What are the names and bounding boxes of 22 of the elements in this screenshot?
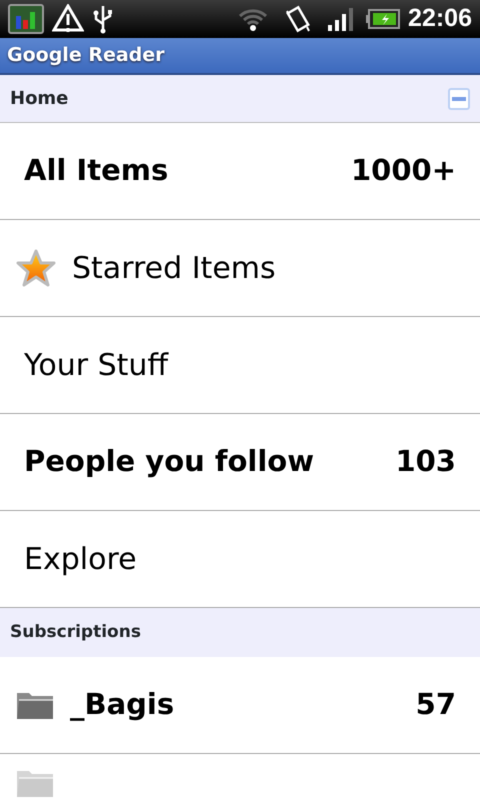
- folder-icon: [16, 690, 54, 720]
- clock-time: 22:06: [408, 3, 472, 34]
- section-title: Home: [10, 87, 68, 111]
- battery-icon: [366, 8, 400, 30]
- unread-count: 1000+: [350, 152, 456, 190]
- list-item[interactable]: _Bagis 57: [0, 657, 480, 754]
- app-title: Google Reader: [7, 43, 165, 68]
- star-icon: [16, 249, 56, 287]
- warning-icon[interactable]: [52, 4, 84, 34]
- chart-app-icon[interactable]: [8, 4, 44, 34]
- list-item[interactable]: Your Stuff: [0, 317, 480, 414]
- list-item[interactable]: All Items 1000+: [0, 123, 480, 220]
- folder-icon: [16, 768, 54, 800]
- unread-count: 103: [395, 443, 456, 480]
- list-item[interactable]: People you follow 103: [0, 414, 480, 511]
- usb-icon[interactable]: [92, 4, 114, 34]
- vibrate-icon: [284, 5, 312, 33]
- collapse-icon[interactable]: [448, 88, 470, 110]
- section-title: Subscriptions: [10, 620, 141, 644]
- signal-icon: [328, 7, 354, 31]
- unread-count: 57: [416, 686, 456, 724]
- list-item[interactable]: Starred Items: [0, 220, 480, 317]
